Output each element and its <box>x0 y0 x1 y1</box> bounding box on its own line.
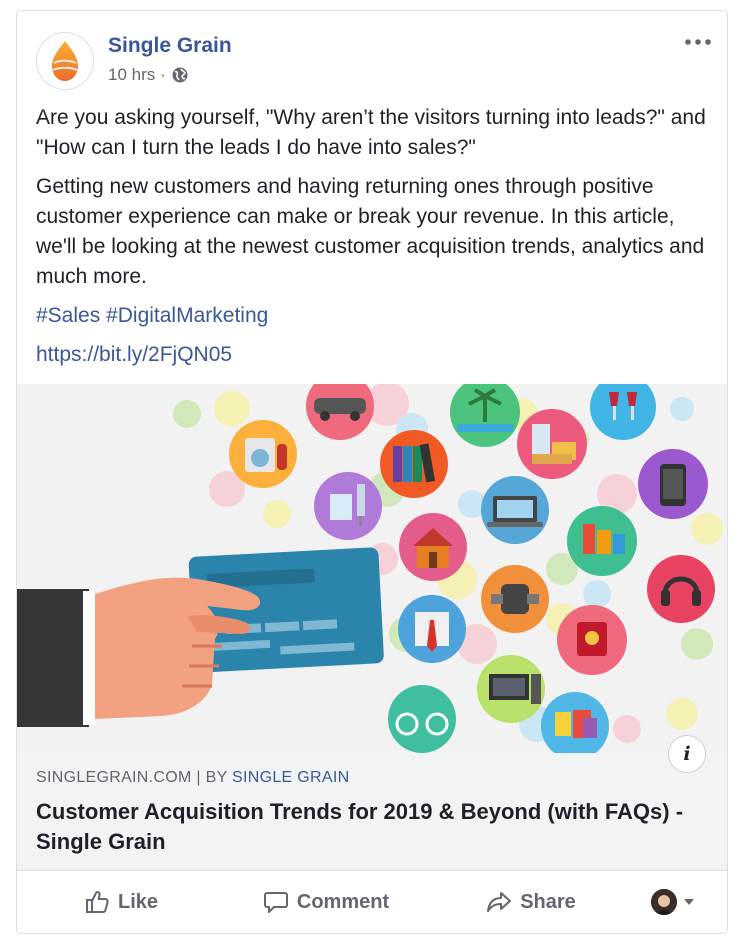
post-header: Single Grain 10 hrs · <box>17 11 727 101</box>
thumbs-up-icon <box>85 890 109 913</box>
hashtag-sales[interactable]: #Sales <box>36 304 100 327</box>
share-label: Share <box>520 890 576 913</box>
action-bar: Like Comment Share <box>17 871 727 933</box>
more-options-button[interactable] <box>683 31 713 53</box>
globe-icon[interactable] <box>171 66 189 84</box>
post-short-link[interactable]: https://bit.ly/2FjQN05 <box>36 340 716 370</box>
info-icon[interactable]: i <box>668 735 706 773</box>
share-button[interactable]: Share <box>431 871 631 933</box>
credit-card-illustration <box>17 384 727 753</box>
link-domain: SINGLEGRAIN.COM <box>36 769 192 786</box>
post-meta: 10 hrs · <box>108 65 189 85</box>
link-author[interactable]: SINGLE GRAIN <box>232 769 349 786</box>
link-separator: | <box>196 769 201 786</box>
post-message: Are you asking yourself, "Why aren’t the… <box>36 103 716 370</box>
page-avatar[interactable] <box>36 32 94 90</box>
hashtag-digital-marketing[interactable]: #DigitalMarketing <box>106 304 268 327</box>
post-as-selector[interactable] <box>651 889 695 915</box>
comment-icon <box>263 892 288 913</box>
link-preview-image[interactable] <box>17 384 727 753</box>
post-timestamp[interactable]: 10 hrs <box>108 65 155 85</box>
more-horizontal-icon <box>685 39 711 45</box>
profile-photo-icon <box>651 889 677 915</box>
comment-button[interactable]: Comment <box>221 871 431 933</box>
single-grain-logo-icon <box>52 41 78 81</box>
post-paragraph-1: Are you asking yourself, "Why aren’t the… <box>36 106 706 159</box>
page-name-link[interactable]: Single Grain <box>108 34 232 58</box>
link-preview-caption[interactable]: SINGLEGRAIN.COM | BY SINGLE GRAIN Custom… <box>17 753 727 871</box>
post-card: Single Grain 10 hrs · Are you asking you… <box>16 10 728 934</box>
link-domain-line: SINGLEGRAIN.COM | BY SINGLE GRAIN <box>36 769 349 787</box>
hashtag-line: #Sales #DigitalMarketing <box>36 301 716 331</box>
share-arrow-icon <box>487 892 512 912</box>
caret-down-icon <box>684 899 694 905</box>
meta-separator: · <box>160 65 166 84</box>
like-label: Like <box>117 890 159 913</box>
like-button[interactable]: Like <box>21 871 221 933</box>
post-paragraph-2: Getting new customers and having returni… <box>36 175 705 288</box>
link-by-label: BY <box>205 769 228 786</box>
link-title[interactable]: Customer Acquisition Trends for 2019 & B… <box>36 797 706 857</box>
comment-label: Comment <box>296 890 390 913</box>
user-avatar <box>651 889 677 915</box>
